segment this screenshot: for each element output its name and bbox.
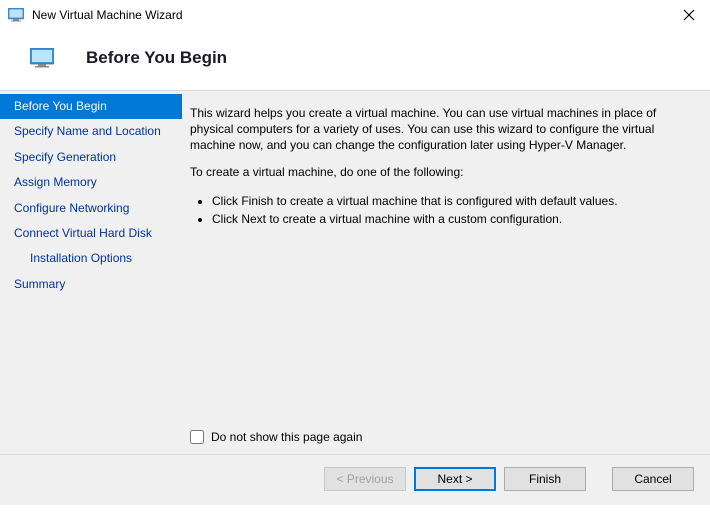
bullet-list: Click Finish to create a virtual machine… — [212, 192, 692, 228]
sidebar-item-label: Installation Options — [30, 251, 132, 265]
sidebar-item-specify-name[interactable]: Specify Name and Location — [0, 119, 182, 144]
wizard-header: Before You Begin — [0, 30, 710, 91]
previous-button: < Previous — [324, 467, 406, 491]
spacer — [594, 467, 604, 491]
page-title: Before You Begin — [86, 48, 227, 68]
sidebar-item-specify-generation[interactable]: Specify Generation — [0, 145, 182, 170]
sidebar-item-label: Connect Virtual Hard Disk — [14, 226, 152, 240]
sidebar-item-installation-options[interactable]: Installation Options — [0, 246, 182, 271]
app-icon — [8, 7, 24, 23]
sidebar-item-label: Before You Begin — [14, 99, 107, 113]
sidebar-item-assign-memory[interactable]: Assign Memory — [0, 170, 182, 195]
sidebar-item-label: Specify Generation — [14, 150, 116, 164]
instruction-text: To create a virtual machine, do one of t… — [190, 164, 692, 180]
cancel-button[interactable]: Cancel — [612, 467, 694, 491]
sidebar-item-configure-networking[interactable]: Configure Networking — [0, 196, 182, 221]
sidebar-item-label: Configure Networking — [14, 201, 129, 215]
content-panel: This wizard helps you create a virtual m… — [182, 91, 710, 454]
titlebar: New Virtual Machine Wizard — [0, 0, 710, 30]
do-not-show-checkbox[interactable] — [190, 430, 204, 444]
sidebar-item-before-you-begin[interactable]: Before You Begin — [0, 94, 182, 119]
bullet-item: Click Next to create a virtual machine w… — [212, 210, 692, 228]
window-title: New Virtual Machine Wizard — [32, 8, 682, 22]
bullet-item: Click Finish to create a virtual machine… — [212, 192, 692, 210]
vm-icon — [30, 48, 58, 68]
intro-text: This wizard helps you create a virtual m… — [190, 105, 692, 154]
finish-button[interactable]: Finish — [504, 467, 586, 491]
sidebar-item-connect-vhd[interactable]: Connect Virtual Hard Disk — [0, 221, 182, 246]
sidebar: Before You Begin Specify Name and Locati… — [0, 91, 182, 454]
do-not-show-row: Do not show this page again — [190, 430, 362, 444]
checkbox-label: Do not show this page again — [211, 430, 362, 444]
close-icon[interactable] — [682, 8, 696, 22]
sidebar-item-label: Summary — [14, 277, 65, 291]
next-button[interactable]: Next > — [414, 467, 496, 491]
wizard-body: Before You Begin Specify Name and Locati… — [0, 91, 710, 454]
wizard-footer: < Previous Next > Finish Cancel — [0, 454, 710, 505]
sidebar-item-label: Specify Name and Location — [14, 124, 161, 138]
sidebar-item-label: Assign Memory — [14, 175, 97, 189]
sidebar-item-summary[interactable]: Summary — [0, 272, 182, 297]
